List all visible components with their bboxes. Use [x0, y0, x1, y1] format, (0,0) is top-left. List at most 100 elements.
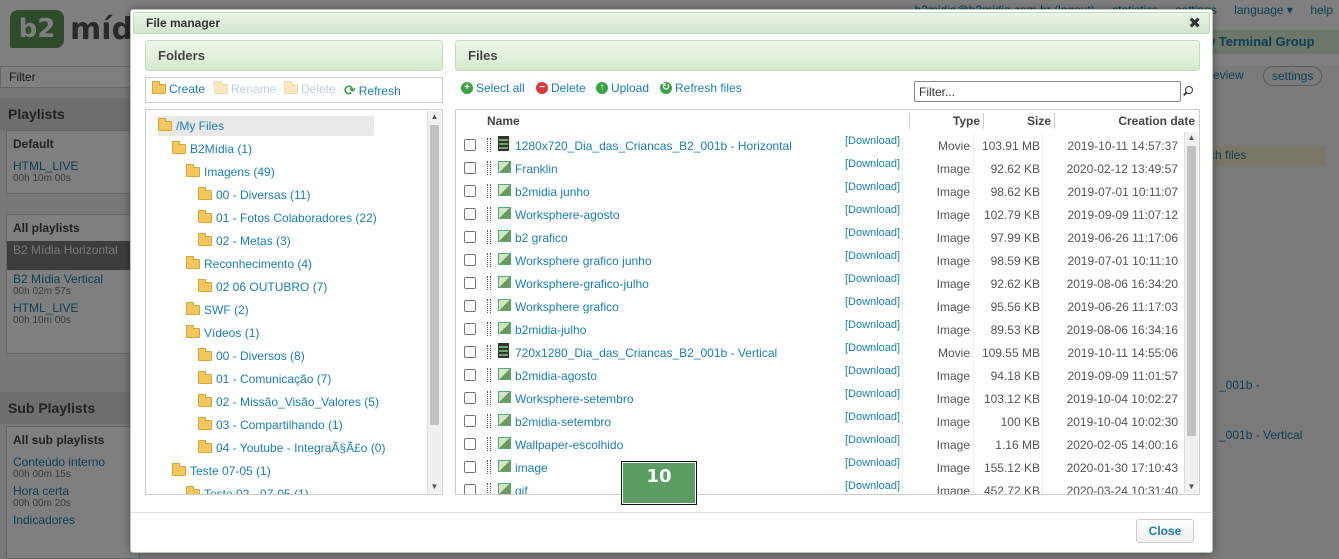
- col-type-header[interactable]: Type: [906, 111, 980, 131]
- refresh-files-button[interactable]: ↻ Refresh files: [660, 81, 742, 95]
- close-button[interactable]: Close: [1136, 519, 1194, 543]
- file-checkbox[interactable]: [464, 300, 476, 312]
- file-name-link[interactable]: b2 grafico: [515, 231, 568, 245]
- file-row[interactable]: Worksphere-agosto [Download] Image 102.79 K…: [456, 203, 1181, 226]
- download-link[interactable]: [Download]: [845, 319, 900, 331]
- folder-item[interactable]: /My Files: [158, 116, 374, 136]
- file-checkbox[interactable]: [464, 369, 476, 381]
- download-link[interactable]: [Download]: [845, 480, 900, 492]
- drag-handle[interactable]: [487, 460, 491, 474]
- scroll-up-arrow[interactable]: ▲: [428, 111, 441, 123]
- file-checkbox[interactable]: [464, 461, 476, 473]
- folder-item[interactable]: 00 - Diversos (8): [198, 346, 305, 366]
- file-row[interactable]: Franklin [Download] Image 92.62 KB 2020-02-1…: [456, 157, 1181, 180]
- file-row[interactable]: Worksphere grafico [Download] Image 95.56 K…: [456, 295, 1181, 318]
- drag-handle[interactable]: [487, 253, 491, 267]
- download-link[interactable]: [Download]: [845, 250, 900, 262]
- search-icon[interactable]: [1182, 86, 1193, 97]
- drag-handle[interactable]: [487, 276, 491, 290]
- drag-handle[interactable]: [487, 161, 491, 175]
- delete-folder-button[interactable]: Delete: [284, 81, 336, 96]
- folder-item[interactable]: Vídeos (1): [186, 323, 259, 343]
- file-checkbox[interactable]: [464, 392, 476, 404]
- drag-handle[interactable]: [487, 483, 491, 494]
- file-name-link[interactable]: image: [515, 461, 548, 475]
- file-row[interactable]: b2midia-julho [Download] Image 89.53 KB 2019…: [456, 318, 1181, 341]
- folder-item[interactable]: 01 - Comunicação (7): [198, 369, 331, 389]
- folder-item[interactable]: SWF (2): [186, 300, 249, 320]
- scroll-down-arrow[interactable]: ▼: [1185, 481, 1198, 493]
- folder-item[interactable]: 00 - Diversas (11): [198, 185, 310, 205]
- drag-handle[interactable]: [487, 414, 491, 428]
- download-link[interactable]: [Download]: [845, 227, 900, 239]
- file-row[interactable]: Worksphere grafico junho [Download] Image 9…: [456, 249, 1181, 272]
- file-row[interactable]: Worksphere-setembro [Download] Image 103.12…: [456, 387, 1181, 410]
- file-name-link[interactable]: gif: [515, 484, 528, 494]
- file-row[interactable]: b2midia-agosto [Download] Image 94.18 KB 201…: [456, 364, 1181, 387]
- close-icon[interactable]: ✖: [1188, 14, 1201, 32]
- file-row[interactable]: image [Download] Image 155.12 KB 2020-01-30 …: [456, 456, 1181, 479]
- folder-item[interactable]: B2Mídia (1): [172, 139, 252, 159]
- scrollbar-thumb[interactable]: [430, 125, 439, 425]
- col-name-header[interactable]: Name: [487, 111, 520, 131]
- download-link[interactable]: [Download]: [845, 365, 900, 377]
- folder-item[interactable]: Teste 02 - 07-05 (1): [186, 484, 309, 494]
- folder-item[interactable]: Reconhecimento (4): [186, 254, 312, 274]
- select-all-button[interactable]: + Select all: [461, 81, 525, 95]
- drag-handle[interactable]: [487, 368, 491, 382]
- create-folder-button[interactable]: Create: [152, 81, 205, 96]
- file-checkbox[interactable]: [464, 231, 476, 243]
- folder-item[interactable]: Teste 07-05 (1): [172, 461, 271, 481]
- drag-handle[interactable]: [487, 230, 491, 244]
- drag-handle[interactable]: [487, 391, 491, 405]
- download-link[interactable]: [Download]: [845, 181, 900, 193]
- file-checkbox[interactable]: [464, 208, 476, 220]
- drag-handle[interactable]: [487, 138, 491, 152]
- file-checkbox[interactable]: [464, 323, 476, 335]
- folder-item[interactable]: 02 - Metas (3): [198, 231, 291, 251]
- drag-handle[interactable]: [487, 299, 491, 313]
- file-name-link[interactable]: Worksphere-setembro: [515, 392, 634, 406]
- file-name-link[interactable]: Franklin: [515, 162, 558, 176]
- file-name-link[interactable]: 1280x720_Dia_das_Criancas_B2_001b - Hori…: [515, 139, 792, 153]
- download-link[interactable]: [Download]: [845, 204, 900, 216]
- col-date-header[interactable]: Creation date: [1054, 111, 1195, 131]
- file-name-link[interactable]: b2midia-julho: [515, 323, 586, 337]
- drag-handle[interactable]: [487, 184, 491, 198]
- file-table-scrollbar[interactable]: ▲ ▼: [1184, 132, 1198, 493]
- drag-handle[interactable]: [487, 345, 491, 359]
- download-link[interactable]: [Download]: [845, 296, 900, 308]
- file-checkbox[interactable]: [464, 346, 476, 358]
- download-link[interactable]: [Download]: [845, 457, 900, 469]
- file-name-link[interactable]: b2midia junho: [515, 185, 590, 199]
- file-checkbox[interactable]: [464, 415, 476, 427]
- scroll-down-arrow[interactable]: ▼: [428, 481, 441, 493]
- download-link[interactable]: [Download]: [845, 342, 900, 354]
- delete-files-button[interactable]: − Delete: [536, 81, 586, 95]
- drag-handle[interactable]: [487, 322, 491, 336]
- file-row[interactable]: 1280x720_Dia_das_Criancas_B2_001b - Hori…: [456, 134, 1181, 157]
- download-link[interactable]: [Download]: [845, 434, 900, 446]
- download-link[interactable]: [Download]: [845, 158, 900, 170]
- file-name-link[interactable]: b2midia-agosto: [515, 369, 597, 383]
- drag-handle[interactable]: [487, 207, 491, 221]
- file-name-link[interactable]: Worksphere grafico: [515, 300, 619, 314]
- file-name-link[interactable]: b2midia-setembro: [515, 415, 611, 429]
- scroll-up-arrow[interactable]: ▲: [1185, 132, 1198, 144]
- folder-item[interactable]: 02 - Missão_Visão_Valores (5): [198, 392, 379, 412]
- drag-handle[interactable]: [487, 437, 491, 451]
- scrollbar-thumb[interactable]: [1187, 146, 1196, 436]
- file-name-link[interactable]: Wallpaper-escolhido: [515, 438, 623, 452]
- folder-item[interactable]: Imagens (49): [186, 162, 275, 182]
- file-checkbox[interactable]: [464, 484, 476, 494]
- file-checkbox[interactable]: [464, 277, 476, 289]
- file-row[interactable]: Wallpaper-escolhido [Download] Image 1.16 M…: [456, 433, 1181, 456]
- refresh-folders-button[interactable]: ⟳ Refresh: [344, 82, 401, 99]
- download-link[interactable]: [Download]: [845, 388, 900, 400]
- file-row[interactable]: Worksphere-grafico-julho [Download] Image 9…: [456, 272, 1181, 295]
- file-row[interactable]: 720x1280_Dia_das_Criancas_B2_001b - Vert…: [456, 341, 1181, 364]
- file-name-link[interactable]: Worksphere-agosto: [515, 208, 620, 222]
- file-checkbox[interactable]: [464, 438, 476, 450]
- file-row[interactable]: gif [Download] Image 452.72 KB 2020-03-24 10…: [456, 479, 1181, 494]
- folder-item[interactable]: 03 - Compartilhando (1): [198, 415, 343, 435]
